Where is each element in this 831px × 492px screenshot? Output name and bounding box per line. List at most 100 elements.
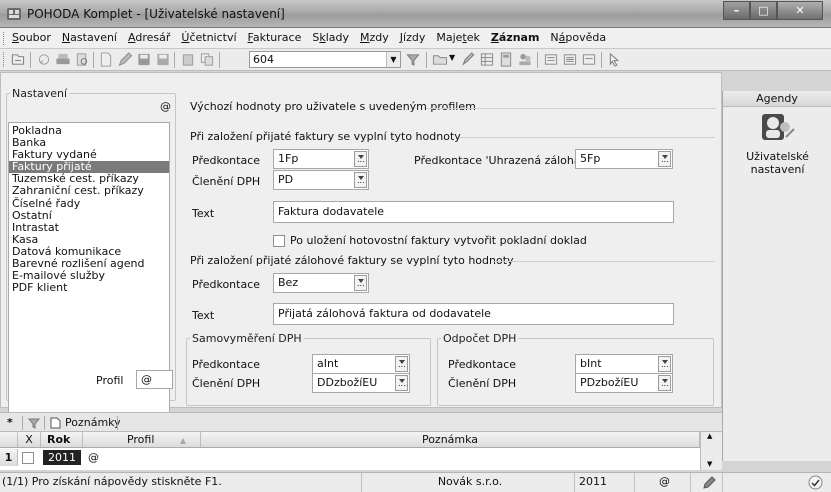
- menu-accelerator: Ú: [181, 31, 190, 44]
- text-label: Text: [192, 207, 215, 220]
- minimize-button[interactable]: –: [723, 1, 750, 20]
- filter-icon[interactable]: [405, 52, 421, 67]
- tab-notes[interactable]: Poznámky: [65, 416, 121, 429]
- title-bar: POHODA Komplet - [Uživatelské nastavení]…: [0, 0, 831, 28]
- menu-accelerator: t: [462, 31, 467, 44]
- grid-header-profil[interactable]: Profil ▲: [83, 432, 201, 448]
- menu-item-fakturace[interactable]: Fakturace: [248, 31, 302, 44]
- menu-item-zaznam[interactable]: Záznam: [491, 31, 540, 44]
- menu-item-sklady[interactable]: Sklady: [312, 31, 349, 44]
- sort-asc-icon: ▲: [179, 436, 187, 445]
- odpocet-cleneni-value: PDzbožíEU: [580, 376, 639, 389]
- save-icon[interactable]: [136, 52, 152, 67]
- user-settings-agenda-link[interactable]: Uživatelské nastavení: [723, 150, 831, 176]
- samovymereni-predkontace-label: Předkontace: [192, 358, 261, 371]
- samovymereni-predkontace-field[interactable]: aInt: [312, 354, 410, 374]
- agenda-number-combo[interactable]: 604 ▼: [249, 51, 401, 68]
- save-as-icon[interactable]: [155, 52, 171, 67]
- new-record-icon[interactable]: [98, 52, 114, 67]
- picker-button[interactable]: [354, 151, 367, 167]
- chevron-down-icon[interactable]: ▼: [386, 52, 400, 67]
- users-icon[interactable]: [517, 52, 533, 67]
- row-rok-cell[interactable]: 2011: [43, 450, 81, 465]
- settings-list-item[interactable]: PDF klient: [9, 282, 169, 294]
- picker-button[interactable]: [658, 356, 671, 372]
- scroll-up-icon[interactable]: ▲: [707, 432, 712, 440]
- row-checkbox[interactable]: [22, 452, 34, 464]
- copy-icon[interactable]: [199, 52, 215, 67]
- pen-icon[interactable]: [460, 52, 476, 67]
- menu-accelerator: á: [558, 31, 566, 44]
- filter-icon[interactable]: [28, 417, 40, 429]
- menu-item-jizdy[interactable]: Jízdy: [400, 31, 426, 44]
- deposit-predkontace-field[interactable]: Bez: [273, 273, 369, 293]
- maximize-button[interactable]: □: [750, 1, 777, 20]
- picker-button[interactable]: [354, 172, 367, 188]
- invoice-text-field[interactable]: Faktura dodavatele: [273, 201, 674, 223]
- settings-list-item[interactable]: Ostatní: [9, 209, 169, 222]
- notes-grid: X Rok Profil ▲ Poznámka ▲ ▼ 1 2011 @: [0, 432, 722, 470]
- row-profil-cell[interactable]: @: [88, 450, 99, 465]
- grid-header-x[interactable]: X: [18, 432, 41, 448]
- odpocet-predkontace-value: bInt: [580, 357, 602, 370]
- folder-icon[interactable]: [432, 52, 448, 67]
- open-agenda-icon[interactable]: [10, 52, 26, 67]
- print-icon[interactable]: [55, 52, 71, 67]
- settings-list-item[interactable]: Zahraniční cest. příkazy: [9, 185, 169, 197]
- menu-item-ucetnictvi[interactable]: Účetnictví: [181, 31, 236, 44]
- menu-item-mzdy[interactable]: Mzdy: [360, 31, 389, 44]
- close-button[interactable]: ✕: [777, 1, 823, 20]
- grid-header-rok[interactable]: Rok: [41, 432, 83, 448]
- picker-button[interactable]: [395, 375, 408, 391]
- settings-list-item[interactable]: Číselné řady: [9, 197, 169, 210]
- agendy-header: Agendy: [723, 91, 831, 107]
- grid-scrollbar[interactable]: ▲ ▼: [700, 432, 722, 470]
- calculator-icon[interactable]: [498, 52, 514, 67]
- uhrazena-zaloha-value: 5Fp: [580, 152, 601, 165]
- window-title: POHODA Komplet - [Uživatelské nastavení]: [27, 7, 285, 21]
- cash-document-checkbox-label: Po uložení hotovostní faktury vytvořit p…: [290, 234, 587, 247]
- tools-icon[interactable]: [36, 52, 52, 67]
- deposit-text-field[interactable]: Přijatá zálohová faktura od dodavatele: [273, 303, 674, 325]
- cleneni-dph-field[interactable]: PD: [273, 170, 369, 190]
- menu-item-majetek[interactable]: Majetek: [436, 31, 480, 44]
- settings-content: Nastavení @ Pokladna Banka Faktury vydané F…: [0, 72, 722, 414]
- chevron-down-icon[interactable]: ▼: [449, 53, 455, 62]
- picker-button[interactable]: [658, 151, 671, 167]
- note-icon: [50, 417, 61, 429]
- grid-header-poznamka[interactable]: Poznámka: [201, 432, 700, 448]
- menu-item-nastaveni[interactable]: Nastavení: [62, 31, 117, 44]
- picker-button[interactable]: [354, 275, 367, 291]
- scroll-down-icon[interactable]: ▼: [707, 460, 712, 468]
- picker-button[interactable]: [395, 356, 408, 372]
- menu-item-adresar[interactable]: Adresář: [128, 31, 170, 44]
- predkontace-value: 1Fp: [278, 152, 299, 165]
- document-list-icon[interactable]: [581, 52, 597, 67]
- table-icon[interactable]: [479, 52, 495, 67]
- odpocet-predkontace-label: Předkontace: [448, 358, 517, 371]
- odpocet-cleneni-field[interactable]: PDzbožíEU: [575, 373, 673, 393]
- help-pointer-icon[interactable]: [607, 52, 623, 67]
- uhrazena-zaloha-field[interactable]: 5Fp: [575, 149, 673, 169]
- form-icon[interactable]: [543, 52, 559, 67]
- picker-button[interactable]: [658, 375, 671, 391]
- menu-item-napoveda[interactable]: Nápověda: [550, 31, 606, 44]
- print-preview-icon[interactable]: [74, 52, 90, 67]
- toolbar-grip: [3, 52, 6, 67]
- delete-icon[interactable]: [180, 52, 196, 67]
- samovymereni-cleneni-field[interactable]: DDzbožíEU: [312, 373, 410, 393]
- settings-legend: Nastavení: [10, 87, 69, 100]
- edit-icon[interactable]: [117, 52, 133, 67]
- cash-document-checkbox[interactable]: [273, 235, 285, 247]
- menu-item-soubor[interactable]: Soubor: [12, 31, 51, 44]
- list-icon[interactable]: [562, 52, 578, 67]
- profil-field[interactable]: @: [136, 370, 173, 389]
- odpocet-predkontace-field[interactable]: bInt: [575, 354, 673, 374]
- user-settings-icon[interactable]: [759, 111, 797, 145]
- user-settings-label-2: nastavení: [750, 163, 805, 176]
- deposit-text-label: Text: [192, 309, 215, 322]
- predkontace-field[interactable]: 1Fp: [273, 149, 369, 169]
- window-controls: – □ ✕: [723, 1, 823, 21]
- tab-star[interactable]: *: [7, 416, 13, 429]
- profil-field-value: @: [141, 373, 152, 386]
